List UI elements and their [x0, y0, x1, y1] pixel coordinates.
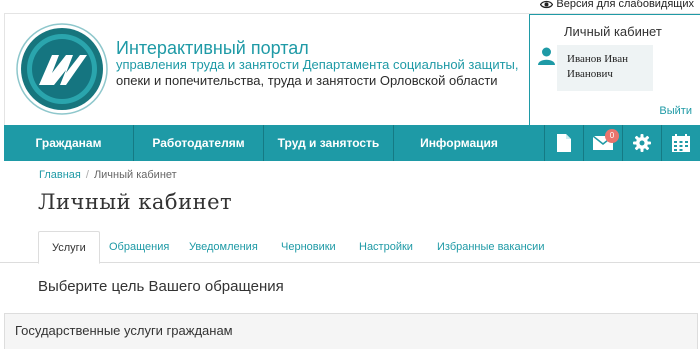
gear-icon: [633, 134, 651, 152]
eye-icon: [540, 0, 554, 8]
nav-item-citizens[interactable]: Гражданам: [4, 125, 134, 161]
nav-settings-button[interactable]: [622, 125, 661, 161]
portal-subtitle-line1: управления труда и занятости Департамент…: [116, 57, 519, 72]
user-icon: [538, 47, 555, 65]
logout-link[interactable]: Выйти: [659, 105, 692, 117]
tab-settings[interactable]: Настройки: [359, 231, 413, 263]
personal-cabinet-box: Личный кабинет Иванов Иван Иванович Выйт…: [529, 14, 700, 126]
nav-documents-button[interactable]: [544, 125, 583, 161]
breadcrumb: Главная / Личный кабинет: [39, 169, 177, 181]
main-nav: Гражданам Работодателям Труд и занятость…: [4, 125, 700, 161]
page-title: Личный кабинет: [38, 190, 233, 214]
tab-appeals[interactable]: Обращения: [109, 231, 169, 263]
tab-services[interactable]: Услуги: [38, 231, 100, 264]
user-name: Иванов Иван Иванович: [567, 53, 628, 80]
accessibility-link[interactable]: Версия для слабовидящих: [540, 0, 694, 10]
nav-item-employers[interactable]: Работодателям: [134, 125, 264, 161]
breadcrumb-current: Личный кабинет: [93, 169, 177, 181]
tab-bar: Услуги Обращения Уведомления Черновики Н…: [0, 231, 700, 264]
mail-badge: 0: [605, 129, 619, 143]
section-title: Выберите цель Вашего обращения: [38, 278, 284, 295]
nav-calendar-button[interactable]: [661, 125, 700, 161]
nav-item-labor[interactable]: Труд и занятость: [264, 125, 394, 161]
portal-subtitle-line2: опеки и попечительства, труда и занятост…: [116, 73, 498, 88]
portal-logo[interactable]: [16, 23, 108, 115]
tab-notifications[interactable]: Уведомления: [189, 231, 258, 263]
nav-mail-button[interactable]: 0: [583, 125, 622, 161]
calendar-icon: [672, 134, 690, 152]
tab-favorite-vacancies[interactable]: Избранные вакансии: [437, 231, 544, 263]
site-header: Интерактивный портал управления труда и …: [4, 13, 700, 126]
nav-item-info[interactable]: Информация: [394, 125, 524, 161]
services-panel[interactable]: Государственные услуги гражданам: [4, 313, 698, 349]
panel-title: Государственные услуги гражданам: [15, 323, 233, 338]
tab-drafts[interactable]: Черновики: [281, 231, 336, 263]
accessibility-label: Версия для слабовидящих: [556, 0, 694, 10]
user-name-box[interactable]: Иванов Иван Иванович: [557, 45, 653, 91]
top-bar: Версия для слабовидящих: [0, 0, 700, 13]
breadcrumb-separator: /: [85, 169, 89, 181]
portal-title: Интерактивный портал: [116, 38, 309, 58]
breadcrumb-home[interactable]: Главная: [39, 169, 81, 181]
cabinet-title: Личный кабинет: [564, 24, 662, 39]
document-icon: [557, 134, 571, 152]
